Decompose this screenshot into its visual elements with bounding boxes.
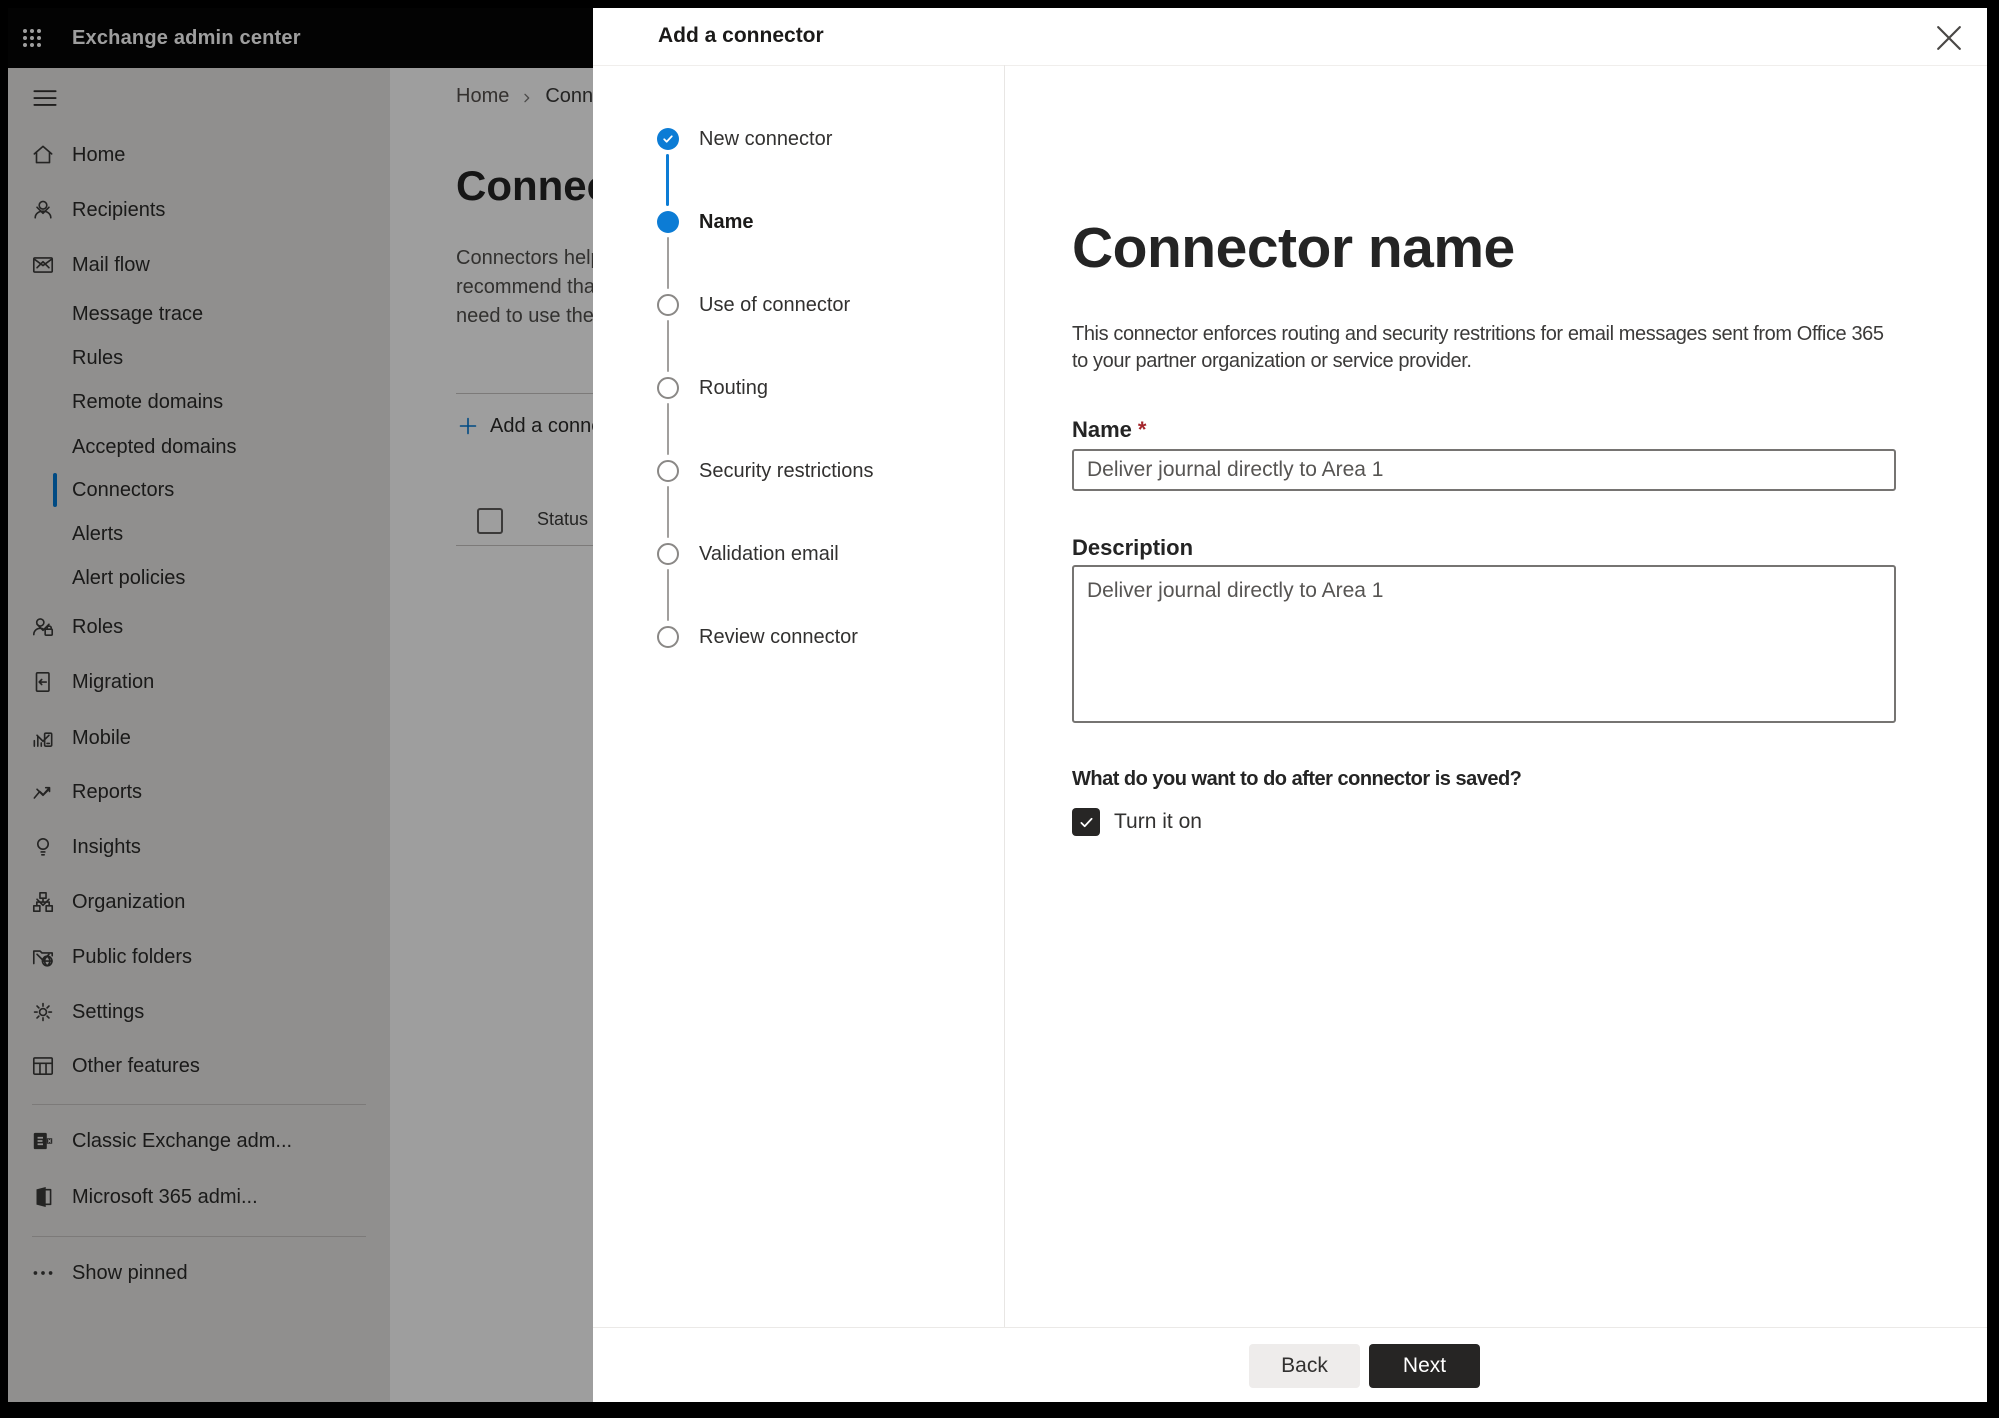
- step-indicator-current: [657, 211, 679, 233]
- step-label: New connector: [699, 127, 833, 150]
- step-label: Review connector: [699, 625, 858, 648]
- step-connector-line: [667, 403, 669, 455]
- wizard-step-name[interactable]: Name: [657, 210, 753, 234]
- turn-it-on-row: Turn it on: [1072, 808, 1202, 836]
- step-indicator-completed: [657, 128, 679, 150]
- exchange-admin-app: Exchange admin center Home Recipients Mail…: [8, 8, 1987, 1402]
- back-button[interactable]: Back: [1249, 1344, 1360, 1388]
- step-description: This connector enforces routing and secu…: [1072, 321, 1884, 375]
- dialog-body: New connector Name Use of connector Routing…: [593, 65, 1987, 1328]
- step-connector-line: [667, 237, 669, 289]
- description-line: This connector enforces routing and secu…: [1072, 323, 1884, 345]
- check-icon: [1077, 813, 1096, 832]
- description-label: Description: [1072, 535, 1194, 560]
- wizard-step-validation-email: Validation email: [657, 542, 839, 566]
- close-button[interactable]: [1929, 18, 1969, 58]
- step-connector-line: [667, 569, 669, 621]
- check-icon: [661, 132, 675, 146]
- step-heading: Connector name: [1072, 216, 1515, 281]
- dialog-footer: Back Next: [593, 1327, 1987, 1402]
- step-indicator-upcoming: [657, 377, 679, 399]
- step-label: Routing: [699, 376, 768, 399]
- turn-it-on-checkbox[interactable]: [1072, 808, 1100, 836]
- step-connector-line: [667, 320, 669, 372]
- wizard-step-new-connector[interactable]: New connector: [657, 127, 832, 151]
- wizard-page-name: Connector name This connector enforces r…: [1005, 65, 1987, 1328]
- name-label: Name *: [1072, 417, 1147, 442]
- step-label: Validation email: [699, 542, 839, 565]
- step-indicator-upcoming: [657, 294, 679, 316]
- close-icon: [1929, 18, 1969, 58]
- description-textarea[interactable]: Deliver journal directly to Area 1: [1072, 565, 1896, 723]
- after-save-question: What do you want to do after connector i…: [1072, 768, 1522, 790]
- wizard-step-use-of-connector: Use of connector: [657, 293, 850, 317]
- step-label: Use of connector: [699, 293, 851, 316]
- step-label: Security restrictions: [699, 459, 874, 482]
- wizard-stepper: New connector Name Use of connector Routing…: [593, 65, 1005, 1328]
- step-connector-line: [667, 486, 669, 538]
- next-button[interactable]: Next: [1369, 1344, 1480, 1388]
- name-input[interactable]: [1072, 449, 1896, 491]
- description-line: to your partner organization or service …: [1072, 350, 1472, 372]
- dialog-title: Add a connector: [658, 24, 824, 47]
- add-connector-dialog: Add a connector New connector Name Use of …: [593, 8, 1987, 1402]
- wizard-step-security-restrictions: Security restrictions: [657, 459, 874, 483]
- step-indicator-upcoming: [657, 460, 679, 482]
- wizard-step-routing: Routing: [657, 376, 768, 400]
- turn-it-on-label: Turn it on: [1114, 810, 1202, 833]
- wizard-step-review-connector: Review connector: [657, 625, 858, 649]
- required-asterisk: *: [1137, 417, 1147, 442]
- step-indicator-upcoming: [657, 626, 679, 648]
- dialog-header: Add a connector: [593, 8, 1987, 66]
- step-indicator-upcoming: [657, 543, 679, 565]
- step-label: Name: [699, 210, 754, 233]
- step-connector-line: [666, 154, 669, 206]
